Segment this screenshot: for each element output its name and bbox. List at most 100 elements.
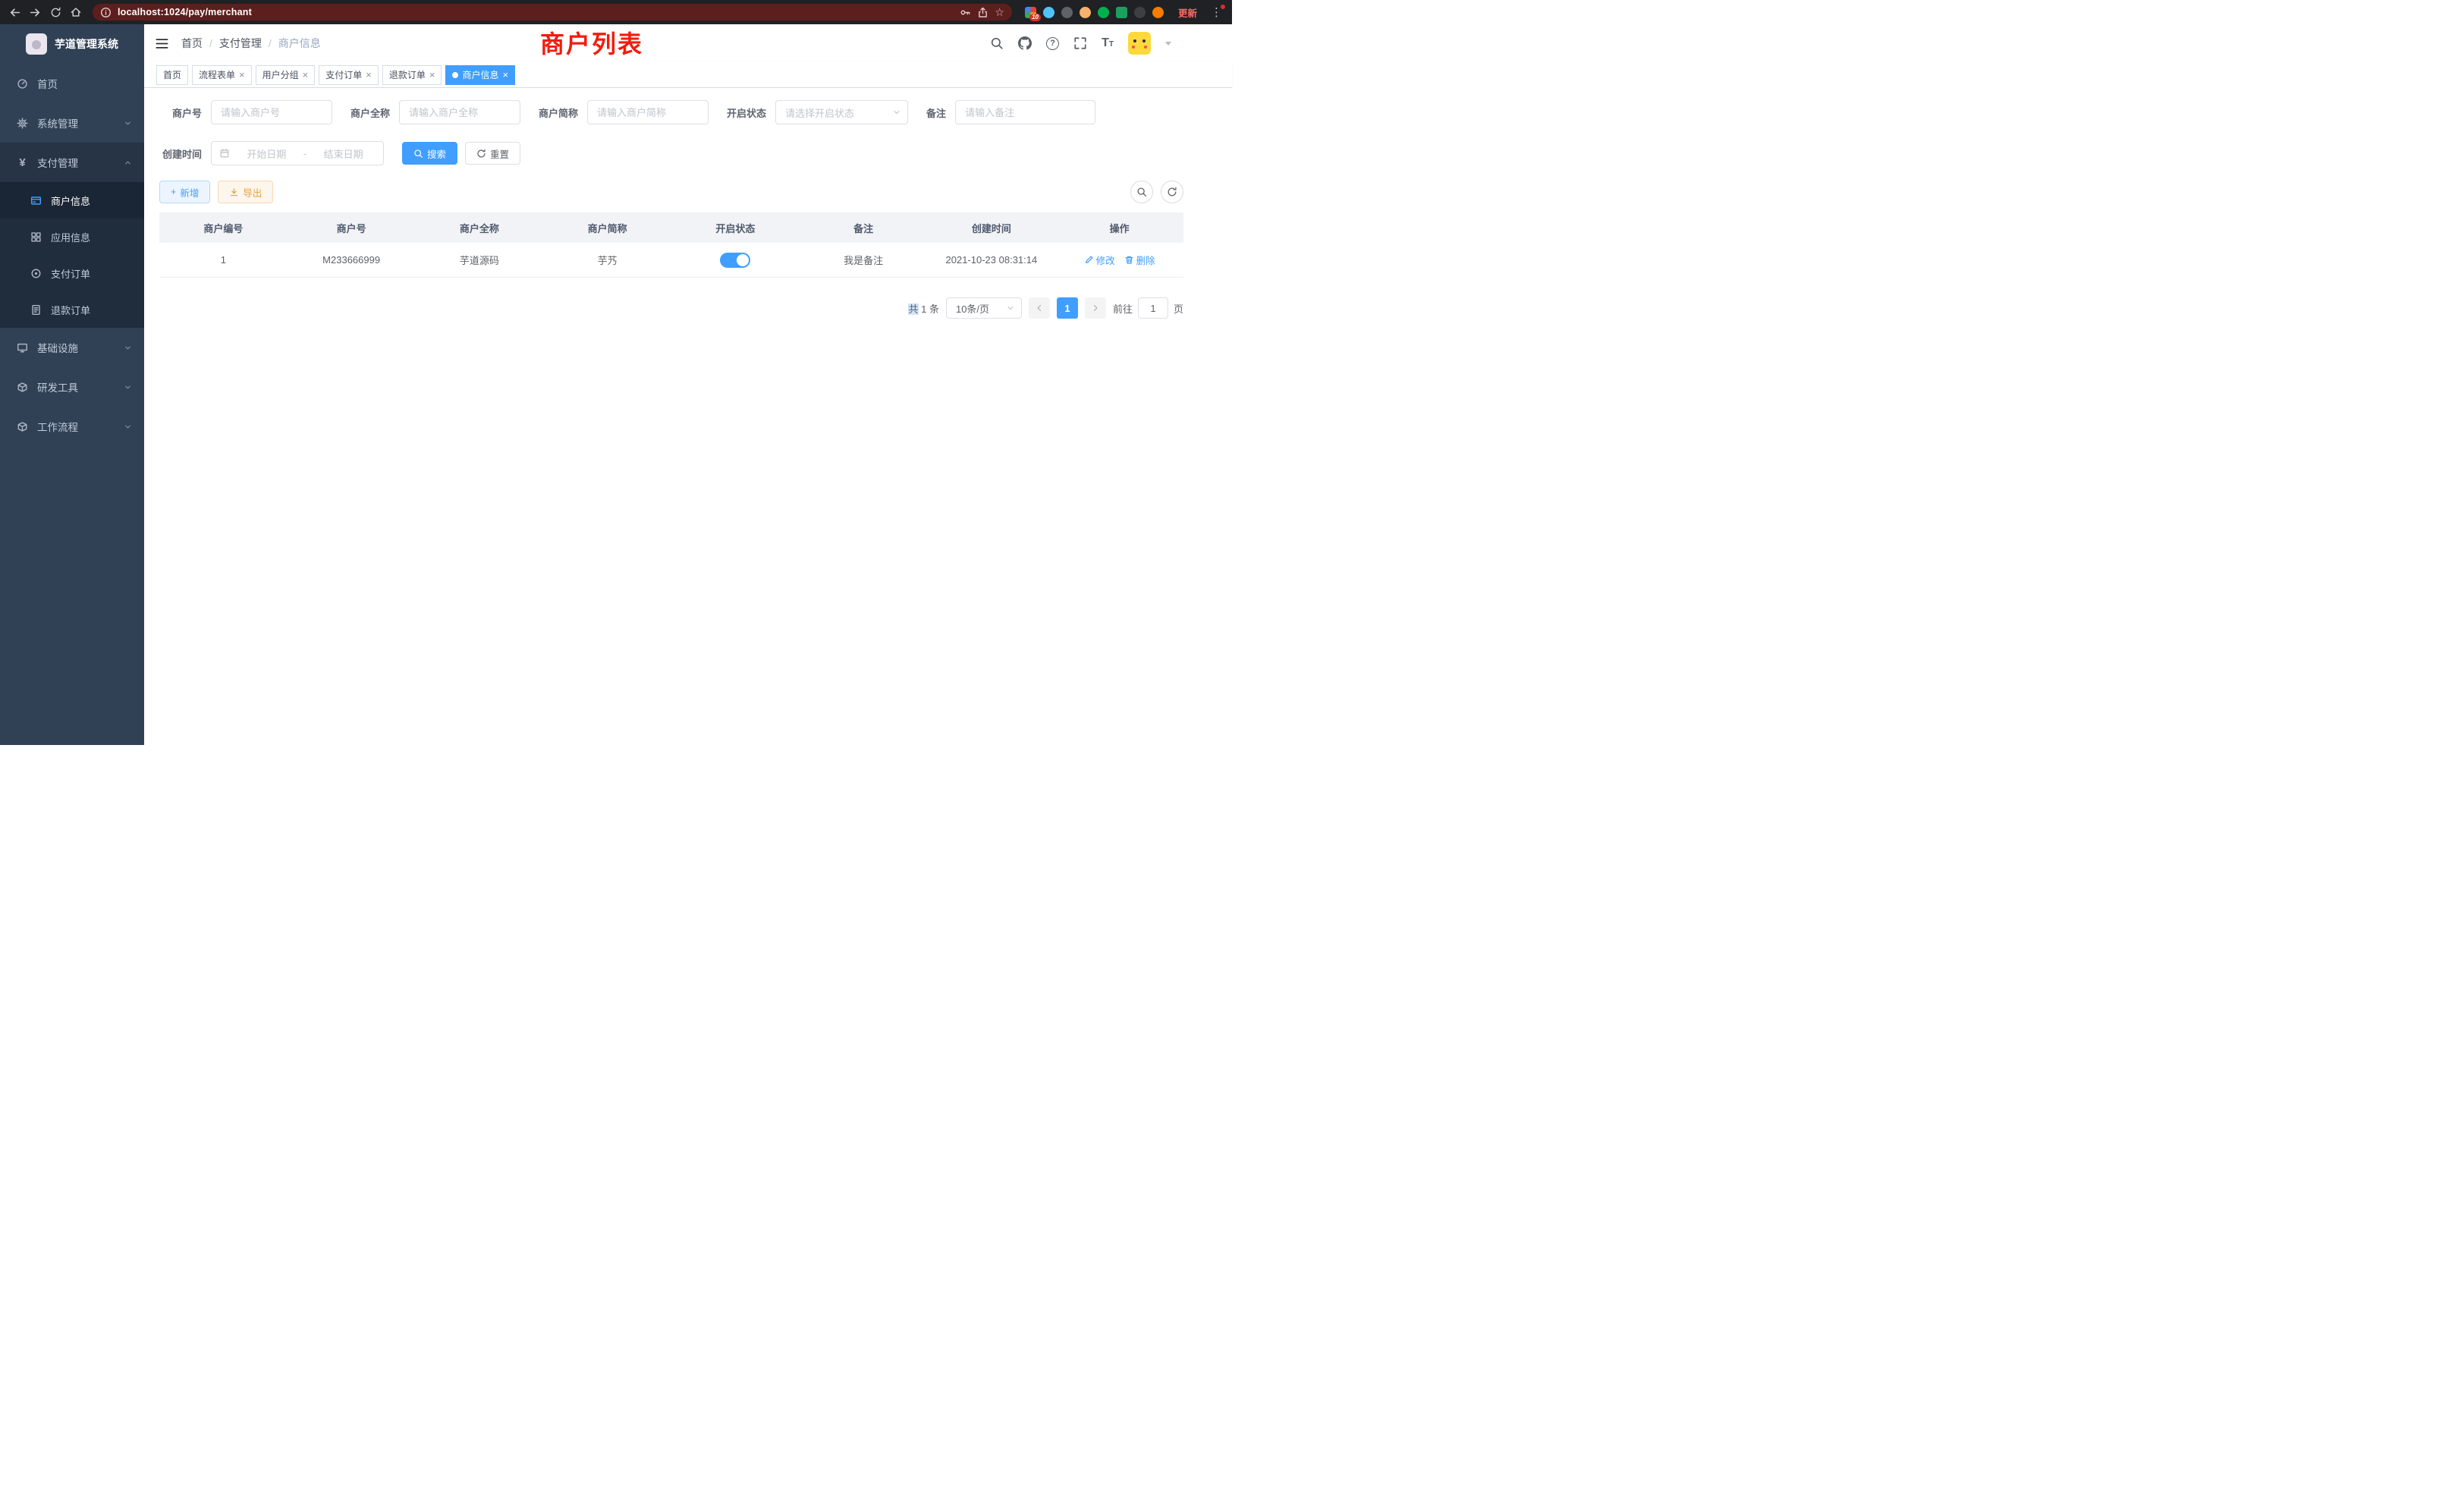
page-size-value: 10条/页 <box>956 301 989 316</box>
next-page-button[interactable] <box>1085 297 1106 319</box>
column-header: 商户号 <box>288 212 416 243</box>
edit-link[interactable]: 修改 <box>1084 253 1115 267</box>
status-select[interactable]: 请选择开启状态 <box>775 100 908 124</box>
refresh-icon <box>476 149 486 159</box>
user-avatar[interactable] <box>1128 32 1151 55</box>
dashboard-icon <box>17 78 28 90</box>
date-range-picker[interactable]: 开始日期 - 结束日期 <box>211 141 384 165</box>
avatar-caret-icon[interactable] <box>1165 42 1171 46</box>
sidebar-item-system[interactable]: 系统管理 <box>0 103 144 143</box>
box-icon <box>17 382 28 393</box>
share-icon[interactable] <box>977 7 988 18</box>
tab-user-group[interactable]: 用户分组 × <box>256 65 316 85</box>
sidebar-item-pay-orders[interactable]: 支付订单 <box>0 255 144 291</box>
app-logo[interactable]: 芋道管理系统 <box>0 24 144 64</box>
font-size-icon[interactable]: T T <box>1102 37 1114 49</box>
extension-drop-icon[interactable] <box>1043 7 1054 18</box>
sidebar-item-app-info[interactable]: 应用信息 <box>0 218 144 255</box>
tab-close-icon[interactable]: × <box>429 70 435 80</box>
reset-button[interactable]: 重置 <box>465 142 520 165</box>
cell-merchant-short-name: 芋艿 <box>543 243 671 278</box>
site-info-icon[interactable] <box>100 7 112 18</box>
browser-forward-icon[interactable] <box>28 5 42 19</box>
extension-gray-icon[interactable] <box>1061 7 1073 18</box>
sidebar-item-label: 基础设施 <box>37 340 78 355</box>
edit-link-label: 修改 <box>1096 253 1115 267</box>
export-button[interactable]: 导出 <box>218 181 273 203</box>
extension-avatar-icon[interactable] <box>1080 7 1091 18</box>
fullscreen-icon[interactable] <box>1073 36 1087 50</box>
refresh-icon <box>1167 187 1177 197</box>
password-key-icon[interactable] <box>960 7 971 18</box>
extension-badge: 10 <box>1029 14 1041 21</box>
remark-input[interactable] <box>955 100 1095 124</box>
filter-merchant-short-name: 商户简称 <box>539 100 709 124</box>
browser-reload-icon[interactable] <box>49 5 62 19</box>
address-bar[interactable]: localhost:1024/pay/merchant ☆ <box>93 4 1012 20</box>
extension-profile-icon[interactable] <box>1152 7 1164 18</box>
status-toggle[interactable] <box>720 253 750 268</box>
tab-pay-orders[interactable]: 支付订单 × <box>319 65 379 85</box>
search-button-label: 搜索 <box>427 146 446 161</box>
browser-back-icon[interactable] <box>8 5 21 19</box>
tab-refund-orders[interactable]: 退款订单 × <box>382 65 442 85</box>
toggle-search-button[interactable] <box>1130 181 1153 203</box>
goto-page-input[interactable] <box>1138 297 1168 319</box>
prev-page-button[interactable] <box>1029 297 1050 319</box>
sidebar-menu: 首页 系统管理 ¥ 支付管理 商户信息 应用信息 <box>0 64 144 446</box>
cell-status <box>671 243 800 278</box>
search-button[interactable]: 搜索 <box>402 142 457 165</box>
page-size-select[interactable]: 10条/页 <box>946 297 1022 319</box>
merchant-name-input[interactable] <box>399 100 520 124</box>
hamburger-icon[interactable] <box>155 36 169 51</box>
browser-home-icon[interactable] <box>69 5 83 19</box>
export-button-label: 导出 <box>243 185 262 200</box>
sidebar-item-merchant-info[interactable]: 商户信息 <box>0 182 144 218</box>
page-content: 商户号 商户全称 商户简称 开启状态 请选择开启状态 <box>144 88 1232 745</box>
column-header: 商户全称 <box>416 212 544 243</box>
sidebar-item-dev-tools[interactable]: 研发工具 <box>0 367 144 407</box>
github-icon[interactable] <box>1018 36 1032 50</box>
tab-close-icon[interactable]: × <box>502 70 508 80</box>
breadcrumb-payment[interactable]: 支付管理 <box>219 36 262 51</box>
delete-link[interactable]: 删除 <box>1124 253 1155 267</box>
tab-home[interactable]: 首页 <box>156 65 188 85</box>
merchant-table: 商户编号 商户号 商户全称 商户简称 开启状态 备注 创建时间 操作 1 M23… <box>159 212 1183 278</box>
tab-merchant-info[interactable]: 商户信息 × <box>445 65 515 85</box>
extension-notes-icon[interactable] <box>1116 7 1127 18</box>
header-search-icon[interactable] <box>990 36 1004 50</box>
target-icon <box>30 268 42 279</box>
browser-menu-icon[interactable]: ⋮ <box>1208 5 1224 19</box>
pagination-jumper: 前往 页 <box>1113 297 1183 319</box>
merchant-no-input[interactable] <box>211 100 332 124</box>
add-button[interactable]: + 新增 <box>159 181 210 203</box>
browser-update-button[interactable]: 更新 <box>1178 5 1197 20</box>
sidebar-item-home[interactable]: 首页 <box>0 64 144 103</box>
sidebar-item-infrastructure[interactable]: 基础设施 <box>0 328 144 367</box>
sidebar-item-payment[interactable]: ¥ 支付管理 <box>0 143 144 182</box>
breadcrumb-home[interactable]: 首页 <box>181 36 203 51</box>
chevron-down-icon <box>124 119 132 127</box>
tab-close-icon[interactable]: × <box>303 70 309 80</box>
filter-label: 商户简称 <box>539 105 578 120</box>
bookmark-star-icon[interactable]: ☆ <box>995 7 1004 17</box>
table-row: 1 M233666999 芋道源码 芋艿 我是备注 2021-10-23 08:… <box>159 243 1183 278</box>
extension-colorful-icon[interactable]: 10 <box>1025 7 1036 18</box>
filter-remark: 备注 <box>926 100 1095 124</box>
help-icon[interactable]: ? <box>1046 37 1059 50</box>
tab-close-icon[interactable]: × <box>366 70 372 80</box>
extension-pinwheel-icon[interactable] <box>1134 7 1146 18</box>
refresh-table-button[interactable] <box>1161 181 1183 203</box>
sidebar-item-refund-orders[interactable]: 退款订单 <box>0 291 144 328</box>
merchant-short-name-input[interactable] <box>587 100 709 124</box>
page-number-button[interactable]: 1 <box>1057 297 1078 319</box>
chevron-down-icon <box>892 108 901 117</box>
sidebar-item-label: 商户信息 <box>51 193 90 208</box>
sidebar-item-workflow[interactable]: 工作流程 <box>0 407 144 446</box>
tab-process-form[interactable]: 流程表单 × <box>192 65 252 85</box>
tab-close-icon[interactable]: × <box>239 70 245 80</box>
url-text[interactable]: localhost:1024/pay/merchant <box>118 7 252 17</box>
end-date-placeholder: 结束日期 <box>311 146 376 161</box>
extension-green-icon[interactable] <box>1098 7 1109 18</box>
tab-label: 支付订单 <box>325 68 362 81</box>
